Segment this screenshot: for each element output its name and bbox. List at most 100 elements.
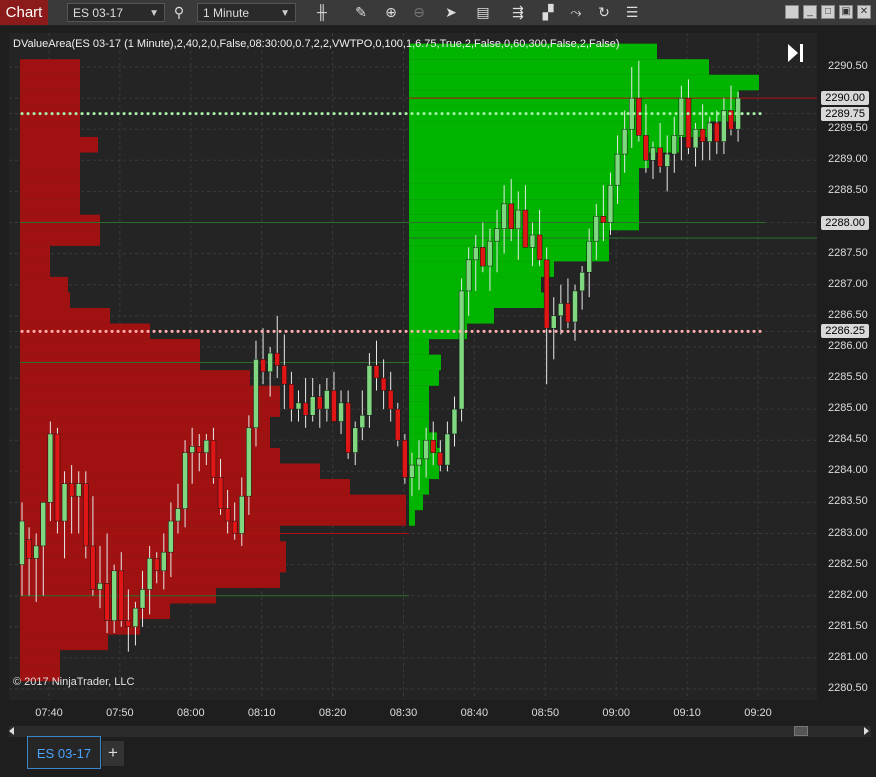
up-candle <box>551 315 557 329</box>
horizontal-scrollbar[interactable] <box>9 726 871 737</box>
up-candle <box>189 446 195 453</box>
down-candle <box>260 359 266 373</box>
price-tick-label: 2286.00 <box>828 339 868 352</box>
properties-icon[interactable]: ☰ <box>622 3 642 22</box>
up-candle <box>168 520 174 553</box>
draw-pencil-icon[interactable]: ✎ <box>351 3 371 22</box>
up-candle <box>19 520 25 565</box>
up-candle <box>246 427 252 497</box>
up-candle <box>75 483 82 497</box>
tab-es-03-17[interactable]: ES 03-17 <box>27 736 101 769</box>
price-tick-label: 2285.00 <box>828 402 868 415</box>
red-profile-bar <box>20 385 280 402</box>
up-candle <box>586 240 592 273</box>
up-candle <box>678 97 685 136</box>
instrument-selector[interactable]: ES 03-17 ▼ <box>67 3 165 22</box>
up-candle <box>501 203 507 229</box>
down-candle <box>83 483 89 547</box>
down-candle <box>387 390 394 410</box>
red-profile-bar <box>20 634 108 651</box>
candlestick-style-icon[interactable]: ╫ <box>312 3 332 22</box>
down-candle <box>657 147 663 167</box>
up-candle <box>671 135 678 155</box>
maximize-icon[interactable]: ▣ <box>839 5 853 19</box>
up-candle <box>352 427 358 453</box>
down-candle <box>536 234 543 261</box>
red-profile-bar <box>20 370 250 386</box>
up-candle <box>416 458 422 466</box>
pointer-icon[interactable]: ➤ <box>441 3 461 22</box>
down-candle <box>231 520 238 534</box>
up-candle <box>529 234 536 248</box>
chart-panel[interactable] <box>9 33 817 700</box>
price-chart[interactable] <box>9 33 817 700</box>
price-tick-label: 2289.00 <box>828 153 868 166</box>
workspace-icon[interactable] <box>785 5 799 19</box>
interval-selector[interactable]: 1 Minute ▼ <box>197 3 296 22</box>
up-candle <box>451 408 458 435</box>
close-icon[interactable]: ✕ <box>857 5 871 19</box>
chevron-down-icon: ▼ <box>149 8 159 19</box>
scroll-left-icon[interactable] <box>9 727 14 735</box>
down-candle <box>288 383 295 410</box>
zoom-out-icon[interactable]: ⊖ <box>409 3 429 22</box>
price-tick-label: 2287.00 <box>828 277 868 290</box>
green-profile-bar <box>409 152 649 169</box>
templates-icon[interactable]: ▞ <box>538 3 558 22</box>
search-icon[interactable]: ⚲ <box>169 3 189 22</box>
price-tick-label: 2289.50 <box>828 122 868 135</box>
down-candle <box>217 477 224 509</box>
down-candle <box>643 135 649 161</box>
time-tick-label: 08:40 <box>460 707 489 719</box>
up-candle <box>692 128 699 149</box>
minimize-icon[interactable]: _ <box>803 5 817 19</box>
up-candle <box>579 272 585 292</box>
zoom-in-icon[interactable]: ⊕ <box>381 3 401 22</box>
app-title[interactable]: Chart <box>0 0 48 25</box>
down-candle <box>224 508 231 522</box>
scroll-thumb[interactable] <box>794 726 808 736</box>
green-profile-bar <box>409 308 494 324</box>
scroll-to-end-icon[interactable] <box>786 42 806 64</box>
price-marker: 2289.75 <box>821 106 869 121</box>
red-profile-bar <box>20 121 80 137</box>
down-candle <box>274 352 280 366</box>
bar-spacing-icon[interactable]: ⇶ <box>508 3 528 22</box>
down-candle <box>281 365 288 385</box>
up-candle <box>309 396 316 416</box>
green-profile-bar <box>409 168 639 184</box>
red-profile-bar <box>20 650 60 666</box>
refresh-icon[interactable]: ↻ <box>594 3 614 22</box>
down-candle <box>317 396 323 410</box>
strategies-icon[interactable]: ⤳ <box>566 3 586 22</box>
red-profile-bar <box>20 308 110 324</box>
maximize-icon[interactable]: □ <box>821 5 835 19</box>
up-candle <box>47 433 54 503</box>
time-tick-label: 07:50 <box>106 707 134 719</box>
down-candle <box>430 439 436 453</box>
data-box-icon[interactable]: ▤ <box>473 3 493 22</box>
time-tick-label: 08:30 <box>389 707 418 719</box>
down-candle <box>331 390 337 422</box>
up-candle <box>203 439 210 453</box>
green-profile-bar <box>409 74 759 91</box>
red-profile-bar <box>20 59 80 75</box>
scroll-right-icon[interactable] <box>864 727 869 735</box>
up-candle <box>607 184 614 223</box>
red-profile-bar <box>20 494 406 511</box>
add-tab-button[interactable]: + <box>102 741 124 766</box>
red-profile-bar <box>20 541 286 557</box>
price-marker: 2286.25 <box>821 324 869 339</box>
down-candle <box>600 216 607 223</box>
up-candle <box>132 607 139 628</box>
red-profile-bar <box>20 510 406 526</box>
time-tick-label: 09:20 <box>744 707 772 719</box>
down-candle <box>373 365 380 379</box>
price-tick-label: 2284.50 <box>828 433 868 446</box>
down-candle <box>153 558 160 572</box>
green-profile-bar <box>409 401 429 417</box>
down-candle <box>699 128 706 142</box>
down-candle <box>543 259 550 329</box>
price-tick-label: 2281.50 <box>828 619 868 632</box>
down-candle <box>125 620 132 628</box>
